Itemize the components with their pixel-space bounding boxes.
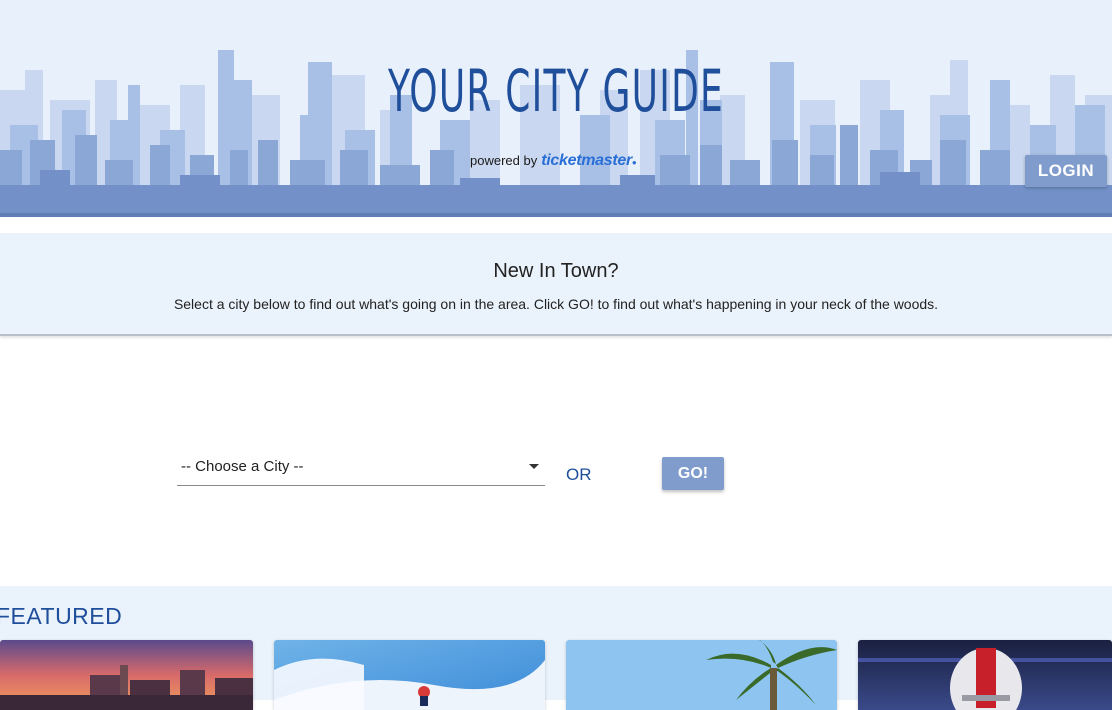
header-divider — [0, 213, 1112, 217]
site-header: YOUR CITY GUIDE powered by ticketmaster … — [0, 0, 1112, 217]
powered-by-label: powered by — [470, 153, 538, 168]
dropdown-arrow-icon — [529, 464, 539, 469]
intro-description: Select a city below to find out what's g… — [173, 296, 939, 312]
city-select[interactable]: -- Choose a City -- — [177, 448, 545, 486]
intro-title: New In Town? — [493, 260, 619, 282]
login-button[interactable]: LOGIN — [1025, 155, 1107, 187]
city-select-value: -- Choose a City -- — [181, 458, 304, 475]
intro-panel: New In Town? Select a city below to find… — [0, 233, 1112, 336]
site-title: YOUR CITY GUIDE — [388, 57, 724, 125]
or-label: OR — [566, 465, 592, 484]
powered-by: powered by ticketmaster ● — [470, 152, 650, 176]
ticketmaster-logo[interactable]: ticketmaster — [541, 152, 632, 170]
featured-section: FEATURED — [0, 586, 1112, 710]
registered-mark-icon: ● — [631, 158, 637, 167]
go-button[interactable]: GO! — [662, 457, 724, 490]
featured-title: FEATURED — [0, 603, 123, 629]
